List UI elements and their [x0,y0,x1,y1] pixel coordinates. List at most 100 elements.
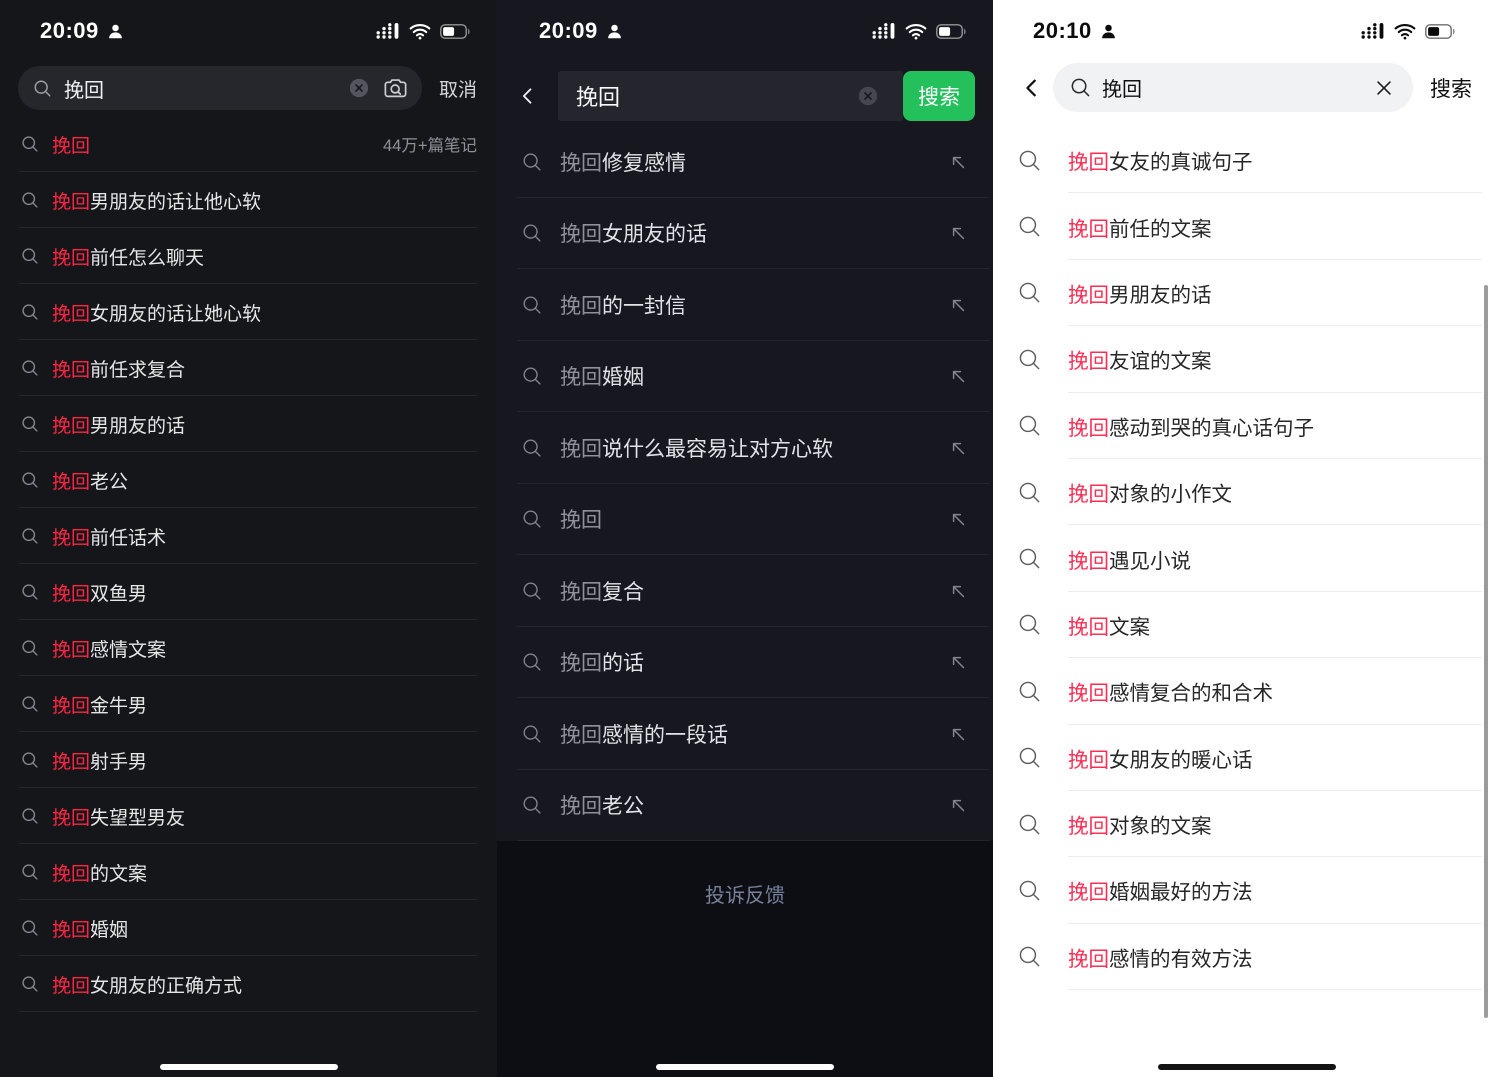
search-header: 取消 [18,66,477,110]
suggestion-row[interactable]: 挽回复合 [497,555,993,627]
suggestion-text: 挽回前任话术 [52,523,166,550]
clear-input-icon[interactable] [857,85,879,107]
search-icon [521,151,543,173]
search-icon [20,134,40,154]
suggestion-list: 挽回修复感情 挽回女朋友的话 挽回的一封信 挽回婚姻 挽回说什么最容易让对方心软… [497,126,993,841]
insert-arrow-icon[interactable] [947,794,969,816]
home-indicator[interactable] [1158,1064,1336,1070]
suggestion-row[interactable]: 挽回双鱼男 [0,564,497,620]
insert-arrow-icon[interactable] [947,580,969,602]
search-icon [521,365,543,387]
suggestion-row[interactable]: 挽回金牛男 [0,676,497,732]
status-icons [376,23,471,40]
suggestion-row[interactable]: 挽回前任话术 [0,508,497,564]
insert-arrow-icon[interactable] [947,151,969,173]
user-icon [606,23,623,40]
suggestion-row[interactable]: 挽回男朋友的话 [993,260,1500,326]
status-bar: 20:09 [497,0,993,56]
suggestion-row[interactable]: 挽回失望型男友 [0,788,497,844]
back-icon[interactable] [1019,75,1045,101]
suggestion-row[interactable]: 挽回男朋友的话 [0,396,497,452]
suggestion-row[interactable]: 挽回的文案 [0,844,497,900]
home-indicator[interactable] [656,1064,834,1070]
suggestion-row[interactable]: 挽回感情文案 [0,620,497,676]
search-icon [20,806,40,826]
search-icon [20,918,40,938]
suggestion-row[interactable]: 挽回女友的真诚句子 [993,127,1500,193]
suggestion-row[interactable]: 挽回遇见小说 [993,525,1500,591]
suggestion-text: 挽回女朋友的话让她心软 [52,299,261,326]
back-icon[interactable] [515,84,541,108]
suggestion-row[interactable]: 挽回前任的文案 [993,193,1500,259]
suggestion-row[interactable]: 挽回婚姻最好的方法 [993,857,1500,923]
note-count: 44万+篇笔记 [383,132,477,156]
search-icon [20,638,40,658]
search-input[interactable] [574,82,857,110]
suggestion-row[interactable]: 挽回文案 [993,592,1500,658]
suggestion-row[interactable]: 挽回的话 [497,627,993,699]
suggestion-text: 挽回老公 [560,790,644,820]
insert-arrow-icon[interactable] [947,294,969,316]
list-footer: 投诉反馈 [497,841,993,1077]
search-bar[interactable] [18,66,422,110]
suggestion-text: 挽回感情文案 [52,635,166,662]
photo-search-icon[interactable] [382,75,409,102]
suggestion-text: 挽回婚姻 [52,915,128,942]
suggestion-row[interactable]: 挽回说什么最容易让对方心软 [497,412,993,484]
insert-arrow-icon[interactable] [947,508,969,530]
search-icon [20,526,40,546]
suggestion-row[interactable]: 挽回 44万+篇笔记 [0,116,497,172]
suggestion-row[interactable]: 挽回前任怎么聊天 [0,228,497,284]
search-icon [20,694,40,714]
search-icon [20,302,40,322]
suggestion-row[interactable]: 挽回对象的文案 [993,791,1500,857]
suggestion-row[interactable]: 挽回老公 [0,452,497,508]
cancel-button[interactable]: 取消 [439,75,477,102]
suggestion-row[interactable]: 挽回友谊的文案 [993,326,1500,392]
suggestion-row[interactable]: 挽回婚姻 [497,341,993,413]
suggestion-row[interactable]: 挽回射手男 [0,732,497,788]
suggestion-row[interactable]: 挽回感情的有效方法 [993,924,1500,990]
suggestion-text: 挽回对象的小作文 [1068,477,1232,507]
insert-arrow-icon[interactable] [947,651,969,673]
search-button[interactable]: 搜索 [903,71,975,121]
status-bar: 20:10 [993,0,1500,56]
search-icon [20,470,40,490]
search-button[interactable]: 搜索 [1430,73,1472,103]
suggestion-row[interactable]: 挽回女朋友的话 [497,198,993,270]
suggestion-row[interactable]: 挽回女朋友的暖心话 [993,725,1500,791]
suggestion-row[interactable]: 挽回感情复合的和合术 [993,658,1500,724]
search-icon [20,246,40,266]
insert-arrow-icon[interactable] [947,723,969,745]
search-input[interactable] [1100,75,1373,100]
suggestion-row[interactable]: 挽回 [497,484,993,556]
clear-input-icon[interactable] [348,77,370,99]
suggestion-row[interactable]: 挽回感动到哭的真心话句子 [993,393,1500,459]
scrollbar[interactable] [1484,285,1488,1018]
suggestion-row[interactable]: 挽回婚姻 [0,900,497,956]
insert-arrow-icon[interactable] [947,437,969,459]
suggestion-row[interactable]: 挽回感情的一段话 [497,698,993,770]
feedback-link[interactable]: 投诉反馈 [705,879,785,908]
clear-input-icon[interactable] [1373,77,1395,99]
insert-arrow-icon[interactable] [947,365,969,387]
search-icon [521,222,543,244]
home-indicator[interactable] [160,1064,338,1070]
search-icon [521,651,543,673]
suggestion-row[interactable]: 挽回对象的小作文 [993,459,1500,525]
suggestion-row[interactable]: 挽回的一封信 [497,269,993,341]
suggestion-row[interactable]: 挽回老公 [497,770,993,842]
wifi-icon [409,23,431,40]
insert-arrow-icon[interactable] [947,222,969,244]
suggestion-row[interactable]: 挽回前任求复合 [0,340,497,396]
battery-icon [440,24,471,39]
suggestion-text: 挽回婚姻 [560,361,644,391]
suggestion-row[interactable]: 挽回修复感情 [497,126,993,198]
suggestion-row[interactable]: 挽回男朋友的话让他心软 [0,172,497,228]
suggestion-text: 挽回金牛男 [52,691,147,718]
search-input[interactable] [62,76,348,101]
suggestion-row[interactable]: 挽回女朋友的正确方式 [0,956,497,1012]
search-bar[interactable] [558,71,903,121]
suggestion-row[interactable]: 挽回女朋友的话让她心软 [0,284,497,340]
search-bar[interactable] [1053,63,1413,112]
